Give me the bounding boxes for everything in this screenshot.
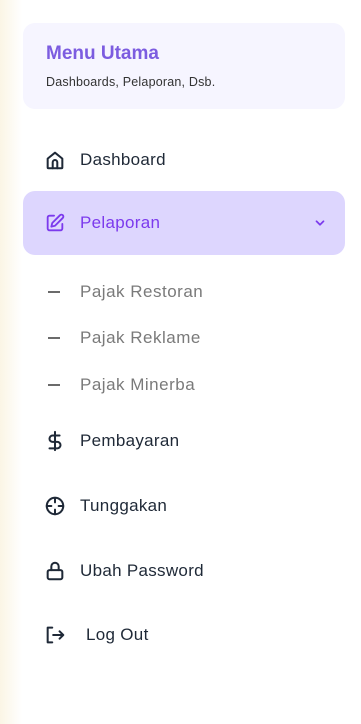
sidebar-item-dashboard[interactable]: Dashboard [23,137,345,183]
sidebar-item-tunggakan[interactable]: Tunggakan [23,483,345,529]
sidebar-item-label: Dashboard [80,150,166,169]
submenu-item-label: Pajak Reklame [80,328,201,347]
submenu-item-label: Pajak Minerba [80,375,196,394]
edit-icon [44,212,66,234]
sidebar-item-label: Tunggakan [80,496,168,515]
submenu-item-pajak-minerba[interactable]: Pajak Minerba [45,371,195,399]
logout-icon [44,624,66,646]
sidebar-item-label: Log Out [86,625,149,644]
submenu-item-label: Pajak Restoran [80,282,204,301]
sidebar-item-label: Ubah Password [80,561,204,580]
dollar-icon [44,430,66,452]
sidebar-item-logout[interactable]: Log Out [23,612,345,658]
crosshair-icon [44,495,66,517]
sidebar-item-label: Pembayaran [80,431,180,450]
sidebar-item-label: Pelaporan [80,213,161,232]
submenu-item-pajak-reklame[interactable]: Pajak Reklame [45,324,201,352]
sidebar-header: Menu Utama Dashboards, Pelaporan, Dsb. [23,23,345,109]
sidebar-item-pembayaran[interactable]: Pembayaran [23,418,345,464]
home-icon [44,149,66,171]
dash-bullet [48,291,60,293]
header-subtitle: Dashboards, Pelaporan, Dsb. [46,75,216,89]
sidebar-item-ubah-password[interactable]: Ubah Password [23,548,345,594]
lock-icon [44,560,66,582]
header-title: Menu Utama [46,43,159,64]
sidebar-item-pelaporan[interactable]: Pelaporan [23,191,345,255]
sidebar: Menu Utama Dashboards, Pelaporan, Dsb. D… [0,0,361,724]
submenu-item-pajak-restoran[interactable]: Pajak Restoran [45,278,203,306]
dash-bullet [48,337,60,339]
chevron-down-icon[interactable] [313,216,327,230]
dash-bullet [48,384,60,386]
